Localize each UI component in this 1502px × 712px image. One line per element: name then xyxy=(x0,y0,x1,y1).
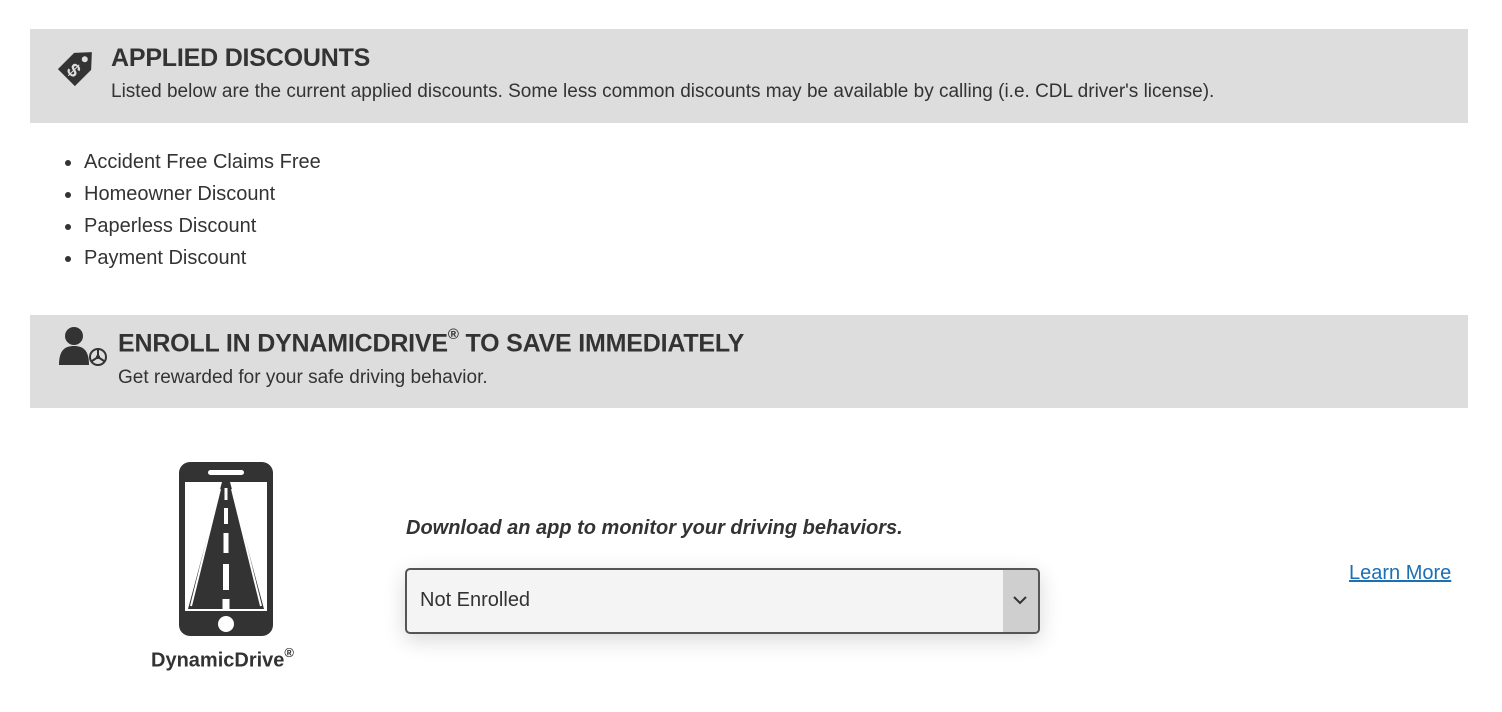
learn-more-link[interactable]: Learn More xyxy=(1349,562,1451,585)
enroll-subtitle: Get rewarded for your safe driving behav… xyxy=(118,367,488,388)
discount-item: Payment Discount xyxy=(65,242,321,274)
dynamicdrive-label: DynamicDrive® xyxy=(151,645,294,673)
discount-list: Accident Free Claims Free Homeowner Disc… xyxy=(62,146,321,274)
select-arrow-button[interactable] xyxy=(1003,570,1038,632)
enroll-title-rest: TO SAVE IMMEDIATELY xyxy=(458,329,745,358)
dynamicdrive-name: DynamicDrive xyxy=(151,649,285,672)
registered-mark: ® xyxy=(447,326,459,343)
driver-steering-wheel-icon xyxy=(59,327,107,366)
applied-discounts-title: APPLIED DISCOUNTS xyxy=(111,44,371,72)
discount-item: Homeowner Discount xyxy=(65,178,321,210)
enrollment-select-value: Not Enrolled xyxy=(420,589,531,611)
chevron-down-icon xyxy=(1013,596,1027,605)
enrollment-status-select[interactable]: Not Enrolled xyxy=(405,568,1040,634)
enroll-title: ENROLL IN DYNAMICDRIVE® TO SAVE IMMEDIAT… xyxy=(118,326,745,358)
app-prompt-text: Download an app to monitor your driving … xyxy=(406,517,903,539)
phone-road-icon xyxy=(179,462,273,636)
enroll-title-main: ENROLL IN DYNAMICDRIVE xyxy=(118,329,448,358)
applied-discounts-subtitle: Listed below are the current applied dis… xyxy=(111,81,1215,102)
price-tag-dollar-icon: $ xyxy=(57,52,92,87)
discount-item: Paperless Discount xyxy=(65,210,321,242)
registered-mark: ® xyxy=(284,645,294,660)
discount-item: Accident Free Claims Free xyxy=(65,146,321,178)
